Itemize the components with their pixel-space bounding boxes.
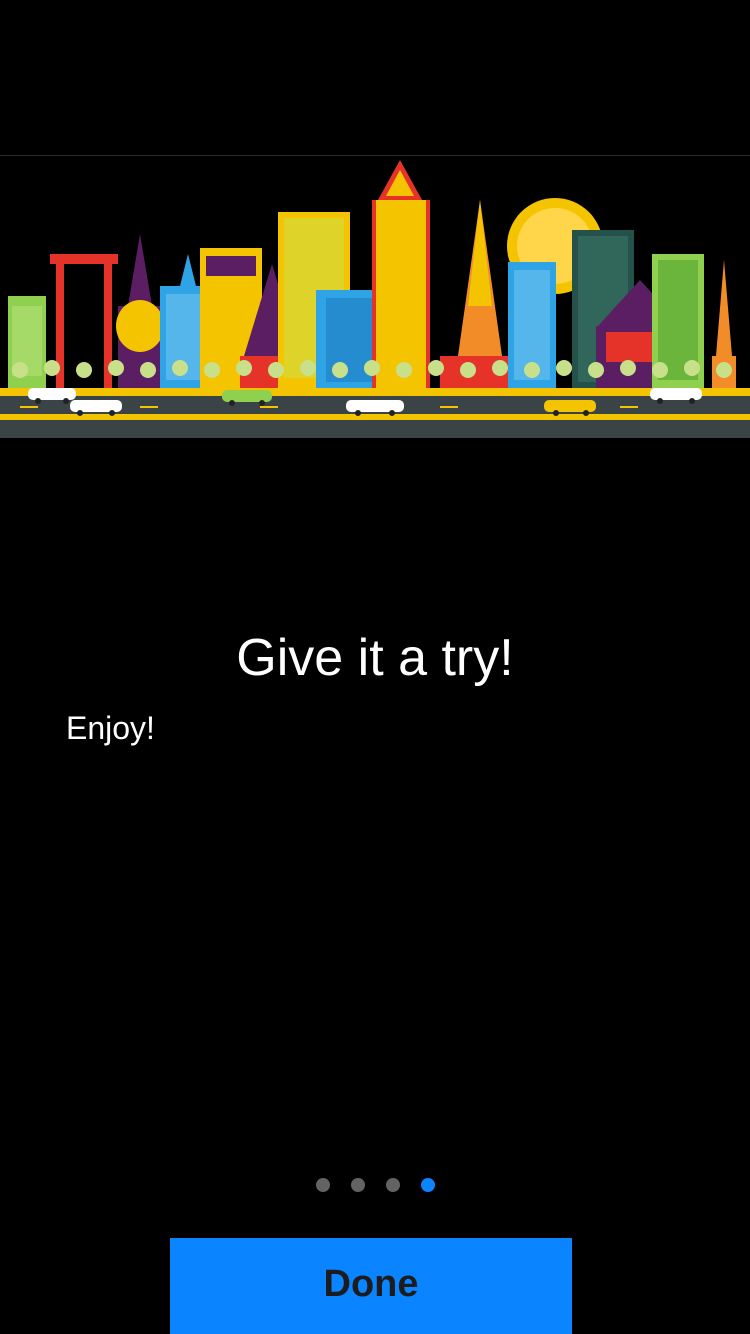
- page-title: Give it a try!: [236, 629, 514, 687]
- page-dot-4-active[interactable]: [420, 1178, 435, 1192]
- page-dot-3[interactable]: [385, 1178, 400, 1192]
- hero-illustration: [0, 156, 750, 438]
- page-dot-2[interactable]: [350, 1178, 365, 1192]
- onboarding-screen: Give it a try! Enjoy! Done: [0, 0, 750, 1334]
- page-dot-1[interactable]: [315, 1178, 330, 1192]
- page-indicator[interactable]: [0, 1177, 750, 1193]
- page-subtitle: Enjoy!: [66, 710, 155, 746]
- done-button[interactable]: Done: [170, 1238, 572, 1334]
